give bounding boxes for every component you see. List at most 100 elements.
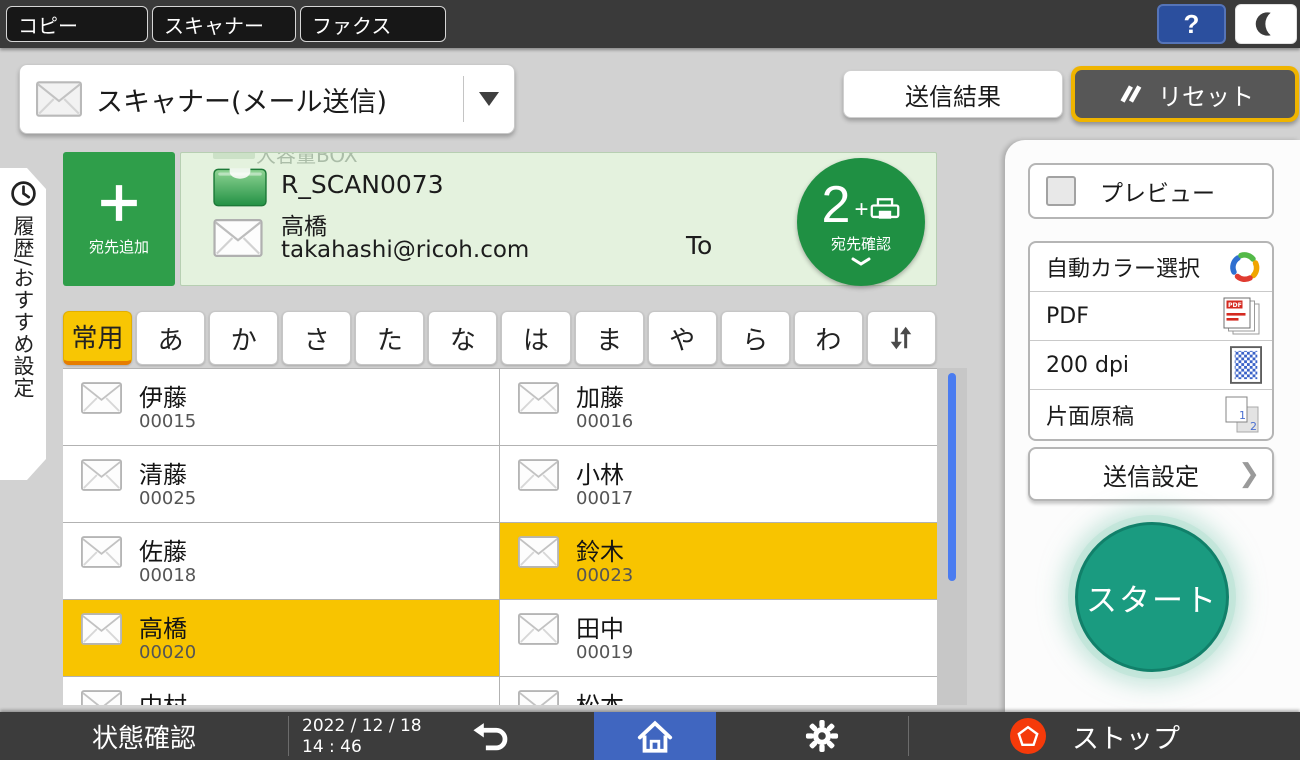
mail-icon <box>213 219 263 257</box>
index-tab-ya[interactable]: や <box>648 311 717 365</box>
contact-tanaka[interactable]: 田中00019 <box>500 600 937 677</box>
index-tab-ra[interactable]: ら <box>721 311 790 365</box>
index-tab-ha[interactable]: は <box>501 311 570 365</box>
contact-nakamura[interactable]: 中村 <box>63 677 500 705</box>
scrolled-item-icon <box>213 152 255 159</box>
tab-copy[interactable]: コピー <box>6 6 148 42</box>
contact-name: 小林 <box>576 455 624 490</box>
scrolled-item-partial: 大容量BOX <box>256 152 358 163</box>
contact-kobayashi[interactable]: 小林00017 <box>500 446 937 523</box>
preview-label: プレビュー <box>1100 174 1215 208</box>
chevron-down-icon <box>851 257 871 266</box>
contact-name: 鈴木 <box>576 532 624 567</box>
help-button[interactable]: ? <box>1157 4 1226 44</box>
settings-button[interactable] <box>770 712 874 760</box>
to-label: To <box>686 231 712 260</box>
history-recommended-settings-tab[interactable]: 履歴/おすすめ設定 <box>0 168 46 480</box>
index-tab-na[interactable]: な <box>428 311 497 365</box>
contact-list: 伊藤00015 加藤00016 清藤00025 小林00017 佐藤00018 … <box>63 368 937 705</box>
contact-takahashi[interactable]: 高橋00020 <box>63 600 500 677</box>
folder-icon <box>213 166 267 208</box>
svg-text:PDF: PDF <box>1228 302 1242 309</box>
plus-sign: + <box>854 196 868 224</box>
tab-scanner[interactable]: スキャナー <box>152 6 296 42</box>
index-tab-frequent[interactable]: 常用 <box>63 311 132 365</box>
status-check-button[interactable]: 状態確認 <box>0 712 288 760</box>
back-arrow-icon <box>471 721 509 752</box>
index-tab-sa[interactable]: さ <box>282 311 351 365</box>
contact-kiyofuji[interactable]: 清藤00025 <box>63 446 500 523</box>
index-tab-wa[interactable]: わ <box>794 311 863 365</box>
reset-slashes-icon <box>1116 81 1144 107</box>
option-resolution[interactable]: 200 dpi <box>1030 341 1272 390</box>
index-tab-a[interactable]: あ <box>136 311 205 365</box>
destination-folder-name[interactable]: R_SCAN0073 <box>281 170 444 199</box>
contact-matsumoto[interactable]: 松本 <box>500 677 937 705</box>
contact-code: 00019 <box>576 642 633 663</box>
contact-name: 清藤 <box>139 455 187 490</box>
preview-checkbox[interactable] <box>1046 176 1076 206</box>
option-file-format[interactable]: PDF PDF <box>1030 292 1272 341</box>
address-index-tabs: 常用 あ か さ た な は ま や ら わ <box>63 311 936 365</box>
resolution-icon <box>1230 346 1262 384</box>
contact-sato[interactable]: 佐藤00018 <box>63 523 500 600</box>
mail-icon <box>36 81 82 117</box>
add-destination-label: 宛先追加 <box>89 236 149 257</box>
app-tab-bar: コピー スキャナー ファクス ? <box>0 0 1300 48</box>
scrollbar-thumb[interactable] <box>948 373 956 581</box>
contact-kato[interactable]: 加藤00016 <box>500 369 937 446</box>
destination-email-name[interactable]: 高橋 <box>281 207 327 241</box>
add-destination-button[interactable]: 宛先追加 <box>63 152 175 286</box>
destination-email-address[interactable]: takahashi@ricoh.com <box>281 237 529 263</box>
send-result-button[interactable]: 送信結果 <box>843 70 1063 118</box>
function-selector-label: スキャナー(メール送信) <box>96 80 463 119</box>
svg-text:1: 1 <box>1239 409 1246 422</box>
chevron-down-icon <box>479 92 499 106</box>
index-tab-ta[interactable]: た <box>355 311 424 365</box>
contact-code: 00023 <box>576 565 633 586</box>
energy-saver-button[interactable] <box>1235 4 1297 44</box>
reset-button[interactable]: リセット <box>1071 66 1299 122</box>
divider <box>463 76 464 122</box>
stop-button[interactable]: ストップ <box>960 712 1300 760</box>
mail-icon <box>518 382 559 418</box>
one-sided-original-icon: 2 1 <box>1222 395 1262 435</box>
history-tab-label: 履歴/おすすめ設定 <box>8 215 38 399</box>
send-settings-button[interactable]: 送信設定 ❯ <box>1028 447 1274 501</box>
svg-text:2: 2 <box>1250 420 1257 433</box>
divider <box>288 716 289 756</box>
destination-confirm-badge[interactable]: 2 + 宛先確認 <box>797 158 925 286</box>
index-tab-ka[interactable]: か <box>209 311 278 365</box>
contact-ito[interactable]: 伊藤00015 <box>63 369 500 446</box>
contact-suzuki[interactable]: 鈴木00023 <box>500 523 937 600</box>
preview-toggle[interactable]: プレビュー <box>1028 163 1274 219</box>
option-original-side[interactable]: 片面原稿 2 1 <box>1030 390 1272 439</box>
mail-icon <box>518 690 559 705</box>
home-button[interactable] <box>594 712 716 760</box>
start-button[interactable]: スタート <box>1075 522 1229 672</box>
back-button[interactable] <box>440 712 540 760</box>
option-auto-color[interactable]: 自動カラー選択 <box>1030 243 1272 292</box>
chevron-right-icon: ❯ <box>1238 459 1260 489</box>
index-tab-ma[interactable]: ま <box>575 311 644 365</box>
mail-icon <box>81 459 122 495</box>
mail-icon <box>81 690 122 705</box>
tab-fax[interactable]: ファクス <box>300 6 446 42</box>
swap-arrows-icon <box>887 324 915 352</box>
auto-color-icon <box>1226 249 1262 285</box>
date: 2022 / 12 / 18 <box>302 716 422 737</box>
function-selector-dropdown[interactable]: スキャナー(メール送信) <box>19 64 515 134</box>
destination-count: 2 <box>822 179 851 231</box>
date-time: 2022 / 12 / 18 14 : 46 <box>302 716 422 758</box>
contact-name: 高橋 <box>139 609 187 644</box>
reset-label: リセット <box>1158 77 1254 112</box>
switch-list-view-button[interactable] <box>867 311 936 365</box>
mail-icon <box>81 613 122 649</box>
mail-icon <box>518 536 559 572</box>
time: 14 : 46 <box>302 737 422 758</box>
scrollbar-track[interactable] <box>937 368 967 705</box>
option-label: PDF <box>1046 304 1089 329</box>
pdf-file-icon: PDF <box>1222 296 1262 336</box>
printer-icon <box>870 196 900 222</box>
mail-icon <box>518 613 559 649</box>
